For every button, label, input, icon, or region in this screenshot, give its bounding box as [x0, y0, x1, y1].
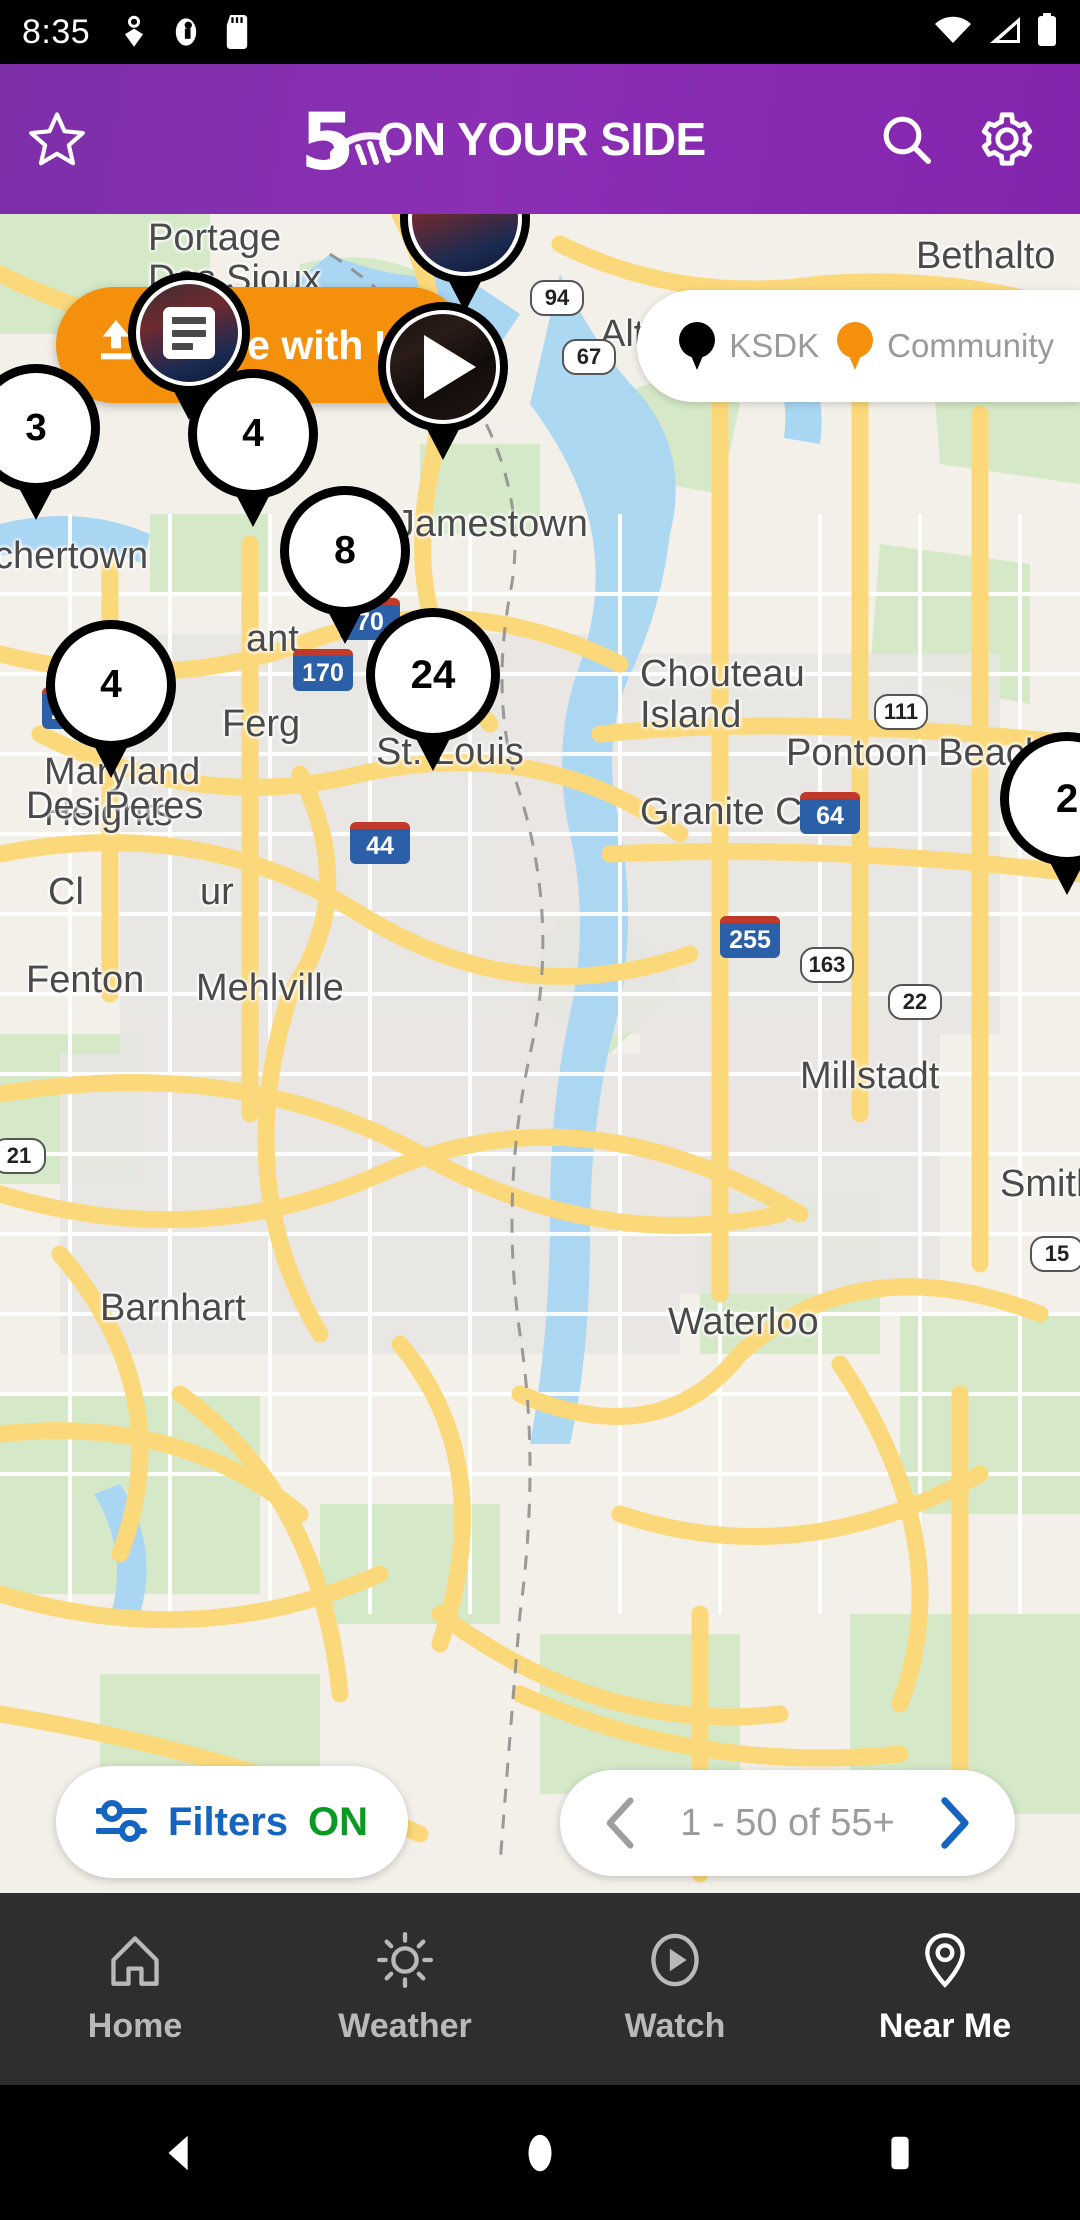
map-media-marker[interactable]	[128, 272, 250, 421]
nav-item-home[interactable]: Home	[0, 1932, 270, 2046]
play-icon	[424, 335, 476, 399]
map-cluster-marker[interactable]: 4	[46, 620, 176, 778]
route-shield: 170	[293, 649, 353, 691]
header-logo: 5 ON YOUR SIDE	[136, 104, 878, 182]
map-pin-icon	[917, 1932, 973, 1991]
article-icon	[162, 306, 216, 360]
vpn-key-icon	[172, 15, 200, 49]
community-pin-icon	[837, 322, 874, 370]
route-shield: 44	[350, 822, 410, 864]
cell-signal-icon	[986, 15, 1022, 50]
map-canvas	[0, 214, 1080, 1893]
route-shield: 15	[1030, 1236, 1080, 1272]
chevron-right-icon[interactable]	[929, 1791, 979, 1855]
nav-item-watch[interactable]: Watch	[540, 1932, 810, 2046]
legend-label-ksdk: KSDK	[729, 327, 820, 364]
status-notification-icons	[120, 15, 250, 49]
sun-icon	[377, 1932, 433, 1991]
route-shield: 94	[530, 280, 584, 316]
map-cluster-marker[interactable]: 2	[1000, 732, 1080, 895]
route-shield: 21	[0, 1138, 46, 1174]
home-circle-icon[interactable]	[517, 2130, 563, 2176]
nav-label-near-me: Near Me	[878, 2007, 1012, 2045]
legend-item-community: Community	[837, 322, 1054, 370]
filters-button[interactable]: Filters ON	[56, 1766, 409, 1878]
route-shield: 22	[888, 984, 942, 1020]
nav-label-weather: Weather	[338, 2007, 472, 2045]
nav-item-weather[interactable]: Weather	[270, 1932, 540, 2046]
route-shield: 111	[874, 694, 928, 730]
pin-body: 8	[280, 486, 410, 616]
pin-body	[378, 302, 508, 432]
map-view[interactable]: Portage Des SiouxAltonBethaltoWood River…	[0, 214, 1080, 1893]
cluster-count: 4	[55, 629, 167, 741]
cluster-count: 24	[375, 617, 491, 733]
pin-body	[400, 214, 530, 284]
back-triangle-icon[interactable]	[157, 2130, 203, 2176]
app-root: 8:35 5 ON YOUR SIDE Portage Sioux Bethal…	[0, 0, 1080, 2220]
chevron-left-icon[interactable]	[596, 1791, 646, 1855]
pin-thumbnail	[408, 214, 522, 276]
cluster-count: 2	[1009, 741, 1080, 857]
route-shield: 163	[800, 947, 854, 983]
map-media-marker[interactable]	[378, 302, 508, 460]
bottom-navigation: Home Weather Watch Near Me	[0, 1893, 1080, 2085]
pin-body: 4	[46, 620, 176, 750]
app-header: 5 ON YOUR SIDE	[0, 64, 1080, 214]
nav-item-near-me[interactable]: Near Me	[810, 1932, 1080, 2046]
status-time: 8:35	[22, 12, 91, 51]
nav-label-home: Home	[87, 2007, 183, 2045]
android-navigation-bar	[0, 2085, 1080, 2220]
recents-square-icon[interactable]	[877, 2130, 923, 2176]
cluster-count: 3	[0, 373, 91, 483]
route-shield: 255	[720, 916, 780, 958]
sliders-icon	[95, 1799, 148, 1846]
route-shield: 64	[800, 792, 860, 834]
play-circle-icon	[647, 1932, 703, 1991]
nav-label-watch: Watch	[624, 2007, 726, 2045]
pin-thumbnail	[386, 310, 500, 424]
location-pin-icon	[120, 15, 148, 49]
status-bar: 8:35	[0, 0, 1080, 64]
logo-text: ON YOUR SIDE	[377, 112, 707, 165]
ksdk-pin-icon	[679, 322, 716, 370]
sd-card-icon	[224, 15, 250, 49]
header-actions	[878, 110, 1054, 168]
map-cluster-marker[interactable]: 24	[366, 608, 500, 771]
wifi-icon	[934, 15, 972, 50]
filters-state-badge: ON	[308, 1799, 369, 1844]
legend-item-ksdk: KSDK	[679, 322, 819, 370]
pin-body: 24	[366, 608, 500, 742]
map-legend: KSDK Community	[637, 290, 1080, 402]
pagination-label: 1 - 50 of 55+	[680, 1801, 895, 1844]
route-shield: 67	[562, 339, 616, 375]
map-cluster-marker[interactable]: 8	[280, 486, 410, 644]
pin-body	[128, 272, 250, 394]
gear-icon[interactable]	[978, 110, 1036, 168]
home-icon	[107, 1932, 163, 1991]
cluster-count: 8	[289, 495, 401, 607]
filters-label: Filters	[168, 1799, 289, 1844]
cluster-count: 4	[197, 378, 309, 490]
legend-label-community: Community	[887, 327, 1054, 364]
map-media-marker[interactable]	[400, 214, 530, 312]
search-icon[interactable]	[878, 111, 934, 167]
ksdk-logo: 5 ON YOUR SIDE	[300, 104, 713, 182]
pin-thumbnail	[136, 280, 242, 386]
pagination-bar: 1 - 50 of 55+	[560, 1770, 1015, 1876]
favorite-star-button[interactable]	[26, 108, 88, 170]
status-system-icons	[934, 12, 1058, 52]
header-left	[26, 108, 136, 170]
pin-body: 2	[1000, 732, 1080, 866]
battery-icon	[1036, 12, 1058, 52]
